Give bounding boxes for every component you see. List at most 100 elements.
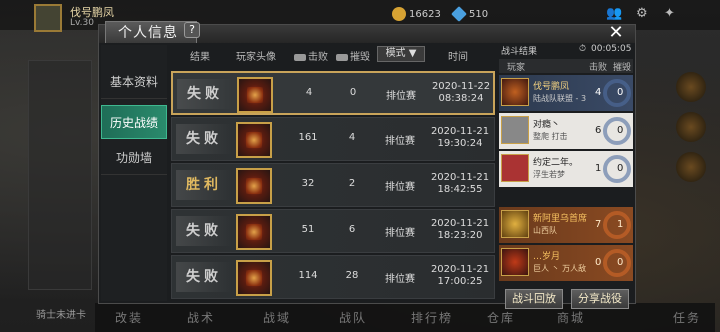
player-kills: 6	[595, 125, 602, 136]
battle-result-header: 战斗结果 ⏱ 00:05:05	[499, 43, 633, 57]
nav-tactics[interactable]: 战术	[187, 309, 215, 326]
nav-modify[interactable]: 改装	[115, 309, 143, 326]
player-avatar	[501, 210, 529, 238]
player-team: 整爬 打击	[533, 132, 568, 141]
mode-value: 排位赛	[386, 91, 416, 102]
kills-value: 114	[298, 270, 318, 281]
team-emblem-icon	[603, 211, 631, 239]
result-label: 失败	[176, 216, 232, 246]
player-kills: 0	[595, 257, 602, 268]
side-menu: 基本资料 历史战绩 功勋墙	[101, 45, 167, 301]
player-team: 陆战队联盟 - 3	[533, 94, 587, 103]
result-label: 失败	[177, 79, 233, 109]
player-kills: 7	[595, 219, 602, 230]
mode-value: 排位赛	[385, 274, 415, 285]
side-item-history[interactable]: 历史战绩	[101, 105, 167, 139]
event-icon[interactable]	[676, 72, 706, 102]
diamond-icon	[451, 6, 467, 22]
player-name: 约定二年。	[533, 158, 579, 168]
date-value: 2020-11-21 18:23:20	[430, 218, 490, 241]
side-item-merit-wall[interactable]: 功勋墙	[101, 141, 167, 175]
activity-icon[interactable]	[676, 112, 706, 142]
player-avatar-thumb	[236, 122, 272, 158]
nav-ranking[interactable]: 排行榜	[411, 309, 453, 326]
player-level: Lv.30	[70, 18, 94, 28]
clock-icon: ⏱	[579, 44, 587, 54]
destroy-value: 28	[345, 270, 359, 281]
help-icon[interactable]: ?	[184, 22, 200, 38]
team-emblem-icon	[603, 117, 631, 145]
table-row[interactable]: 胜利 32 2 排位赛 2020-11-21 18:42:55	[171, 163, 495, 207]
player-row[interactable]: …岁月 巨人 丶 万人敌 0 0	[499, 245, 633, 281]
settings-icon[interactable]: ⚙	[636, 6, 648, 21]
column-destroy: 摧毁	[613, 63, 632, 73]
player-row[interactable]: 对瘾丶 整爬 打击 6 0	[499, 113, 633, 149]
diamond-counter: 510	[451, 6, 488, 22]
destroy-value: 2	[348, 178, 356, 189]
result-label: 胜利	[176, 170, 232, 200]
player-team: 浮生若梦	[533, 170, 565, 179]
team-emblem-icon	[603, 155, 631, 183]
table-row[interactable]: 失败 51 6 排位赛 2020-11-21 18:23:20	[171, 209, 495, 253]
player-kills: 1	[595, 163, 602, 174]
date-value: 2020-11-21 17:00:25	[430, 264, 490, 287]
kills-icon	[294, 53, 306, 61]
window-title: 个人信息	[118, 25, 178, 41]
player-row[interactable]: 新阿里乌首席 山西队 7 1	[499, 207, 633, 243]
nav-shop[interactable]: 商城	[557, 309, 585, 326]
mode-value: 排位赛	[385, 182, 415, 193]
table-row[interactable]: 失败 114 28 排位赛 2020-11-21 17:00:25	[171, 255, 495, 299]
nav-tasks[interactable]: 任务	[673, 309, 701, 326]
player-name: 新阿里乌首席	[533, 214, 588, 224]
nav-battlefield[interactable]: 战域	[263, 309, 291, 326]
player-team: 山西队	[533, 226, 557, 235]
player-row[interactable]: 伐号鹏凤 陆战队联盟 - 3 4 0	[499, 75, 633, 111]
friends-icon[interactable]: 👥	[606, 6, 622, 21]
date-value: 2020-11-21 18:42:55	[430, 172, 490, 195]
player-name: 伐号鹏凤	[533, 82, 570, 92]
kills-value: 161	[298, 132, 318, 143]
replay-button[interactable]: 战斗回放	[505, 289, 563, 309]
kills-value: 32	[301, 178, 315, 189]
player-team: 巨人 丶 万人敌	[533, 264, 587, 273]
player-avatar	[501, 78, 529, 106]
title-tab: 个人信息 ?	[105, 21, 200, 43]
destroy-value: 6	[348, 224, 356, 235]
player-avatar	[501, 116, 529, 144]
gift-icon[interactable]: ✦	[664, 6, 675, 21]
destroy-value: 0	[349, 87, 357, 98]
reward-icon[interactable]	[676, 152, 706, 182]
date-value: 2020-11-22 08:38:24	[431, 81, 491, 104]
history-table: 结果 玩家头像 击败 摧毁 模式 ▼ 时间 失败 4 0 排位赛 2020-11…	[171, 45, 495, 303]
nav-warehouse[interactable]: 仓库	[487, 309, 515, 326]
nav-team[interactable]: 战队	[339, 309, 367, 326]
destroy-icon	[336, 53, 348, 61]
player-name: …岁月	[533, 252, 561, 262]
player-avatar-thumb	[237, 77, 273, 113]
battle-result-title: 战斗结果	[501, 47, 538, 57]
close-button[interactable]: ✕	[601, 23, 631, 43]
result-label: 失败	[176, 124, 232, 154]
player-avatar[interactable]	[34, 4, 62, 32]
mode-value: 排位赛	[385, 136, 415, 147]
coin-counter: 16623	[392, 7, 441, 21]
player-avatar-thumb	[236, 214, 272, 250]
player-name: 对瘾丶	[533, 120, 561, 130]
destroy-value: 4	[348, 132, 356, 143]
battle-duration: 00:05:05	[591, 44, 632, 54]
player-kills: 4	[595, 87, 602, 98]
player-row[interactable]: 约定二年。 浮生若梦 1 0	[499, 151, 633, 187]
share-button[interactable]: 分享战役	[571, 289, 629, 309]
kills-value: 51	[301, 224, 315, 235]
mode-filter-dropdown[interactable]: 模式 ▼	[377, 46, 425, 62]
date-value: 2020-11-21 19:30:24	[430, 126, 490, 149]
side-item-basic-info[interactable]: 基本资料	[101, 65, 167, 99]
column-kills: 击败	[589, 63, 608, 73]
table-row[interactable]: 失败 4 0 排位赛 2020-11-22 08:38:24	[171, 71, 495, 115]
result-label: 失败	[176, 262, 232, 292]
coin-icon	[392, 7, 406, 21]
header-time: 时间	[448, 52, 468, 63]
bottom-message: 骑士未进卡	[36, 310, 86, 321]
table-row[interactable]: 失败 161 4 排位赛 2020-11-21 19:30:24	[171, 117, 495, 161]
kills-value: 4	[305, 87, 313, 98]
